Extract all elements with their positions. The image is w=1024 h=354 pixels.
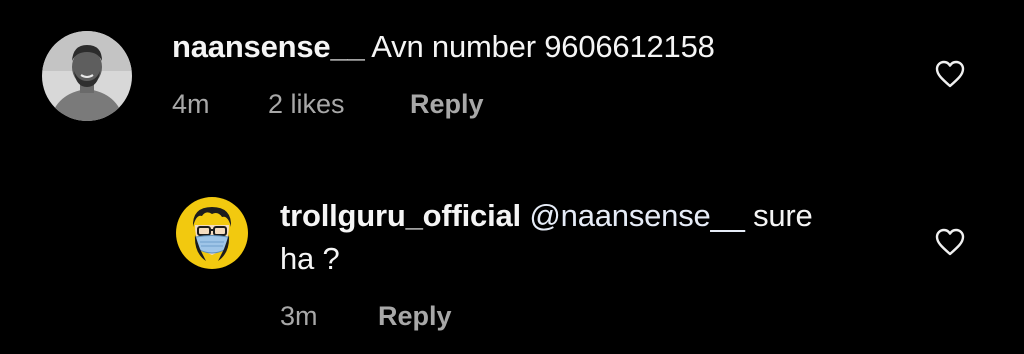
reply-username[interactable]: trollguru_official xyxy=(280,198,521,233)
reply-time: 3m xyxy=(280,301,318,331)
reply-reply-button[interactable]: Reply xyxy=(378,300,452,332)
heart-outline-icon[interactable] xyxy=(935,228,965,256)
reply-text-continued: ha ? xyxy=(280,241,340,276)
reply-user-avatar[interactable] xyxy=(176,197,248,269)
comment-item: naansense__ Avn number 9606612158 4m 2 l… xyxy=(0,0,1024,150)
comment-username[interactable]: naansense__ xyxy=(172,29,365,64)
reply-text-line-1: trollguru_official @naansense__ sure xyxy=(280,198,813,234)
user-avatar[interactable] xyxy=(42,31,132,121)
reply-meta: 3m Reply xyxy=(280,300,580,332)
reply-item: trollguru_official @naansense__ sure ha … xyxy=(0,180,1024,354)
reply-text: sure xyxy=(753,198,813,233)
heart-outline-icon[interactable] xyxy=(935,60,965,88)
comment-text-line: naansense__ Avn number 9606612158 xyxy=(172,29,715,65)
reply-mention-link[interactable]: @naansense__ xyxy=(529,198,744,233)
reply-text-line-2: ha ? xyxy=(280,241,340,277)
comment-meta: 4m 2 likes Reply xyxy=(172,88,572,120)
comment-likes-count[interactable]: 2 likes xyxy=(268,88,345,120)
comment-reply-button[interactable]: Reply xyxy=(410,88,484,120)
comment-text: Avn number 9606612158 xyxy=(371,29,715,64)
comment-time: 4m xyxy=(172,89,210,119)
